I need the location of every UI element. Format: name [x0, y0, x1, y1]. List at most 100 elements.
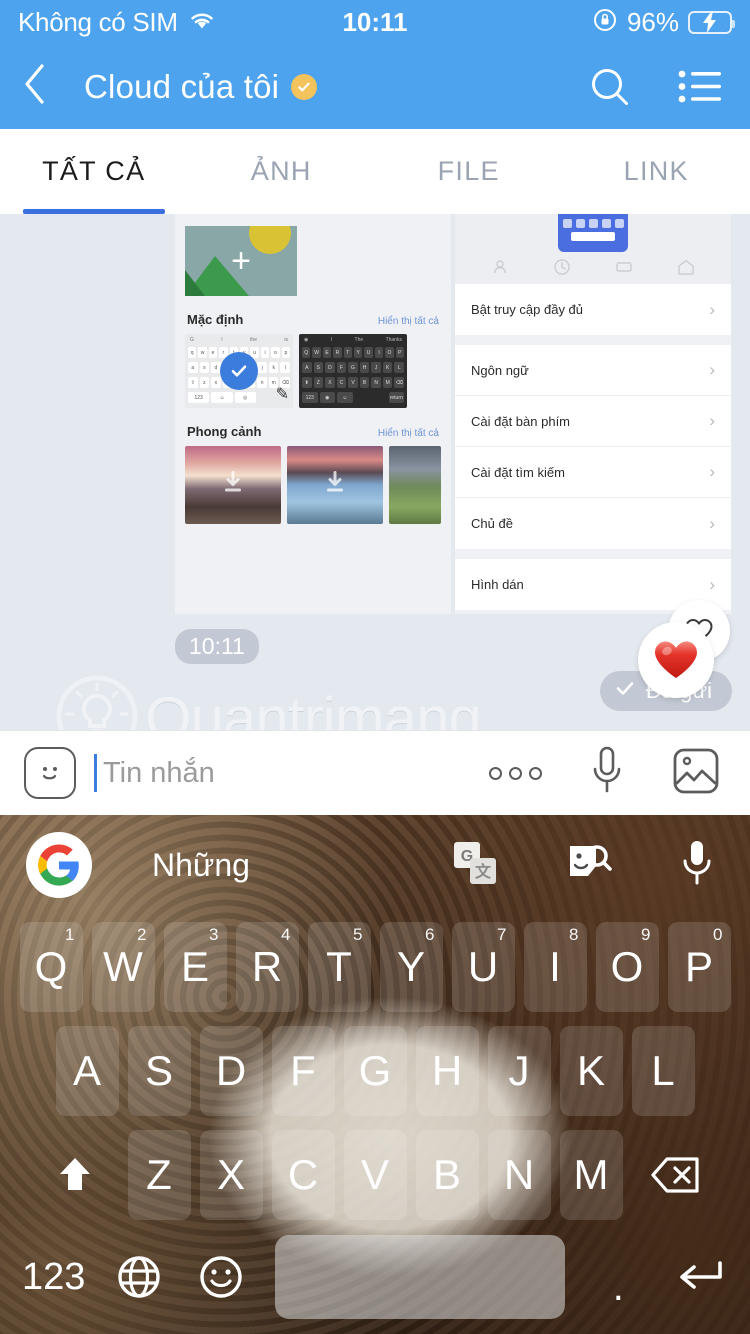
key-x[interactable]: X [199, 1130, 263, 1220]
key-m[interactable]: M [559, 1130, 623, 1220]
key-k[interactable]: K [559, 1026, 623, 1116]
keyboard-app-icon [558, 214, 628, 252]
key-h[interactable]: H [415, 1026, 479, 1116]
return-enter-icon[interactable] [672, 1232, 728, 1322]
settings-header [455, 214, 731, 284]
show-all-link[interactable]: Hiển thị tất cả [378, 428, 439, 439]
key-l[interactable]: L [631, 1026, 695, 1116]
keyboard-row-2: A S D F G H J K L [0, 1019, 750, 1123]
google-g-icon[interactable] [26, 832, 92, 898]
settings-row-label: Chủ đề [471, 516, 513, 531]
key-q[interactable]: 1Q [19, 922, 83, 1012]
photo-gallery-icon[interactable] [672, 747, 720, 800]
key-y[interactable]: 6Y [379, 922, 443, 1012]
key-v[interactable]: V [343, 1130, 407, 1220]
key-s[interactable]: S [127, 1026, 191, 1116]
nav-actions [588, 65, 728, 109]
key-label: O [610, 943, 644, 990]
more-dots-icon[interactable] [489, 766, 542, 780]
settings-row[interactable]: Cài đặt bàn phím › [455, 396, 731, 447]
key-o[interactable]: 9O [595, 922, 659, 1012]
period-key[interactable]: . [590, 1232, 646, 1322]
list-menu-icon[interactable] [678, 69, 722, 105]
key-label: Y [396, 943, 425, 990]
settings-row-label: Hình dán [471, 577, 524, 592]
settings-row[interactable]: Ngôn ngữ › [455, 345, 731, 396]
dark-theme-preview[interactable]: ◉ I The Thanks QWERTYUIOP ASDFGHJKL ⬆ Z X C V B N… [299, 334, 407, 408]
shift-icon[interactable] [31, 1130, 119, 1220]
microphone-icon[interactable] [680, 839, 714, 892]
search-icon[interactable] [588, 65, 632, 109]
key-d[interactable]: D [199, 1026, 263, 1116]
key-n[interactable]: N [487, 1130, 551, 1220]
key-b[interactable]: B [415, 1130, 479, 1220]
tab-bar: TẤT CẢ ẢNH FILE LINK [0, 129, 750, 214]
tab-anh[interactable]: ẢNH [188, 129, 376, 214]
chevron-left-icon [22, 62, 48, 111]
backspace-icon[interactable] [632, 1130, 720, 1220]
key-f[interactable]: F [271, 1026, 335, 1116]
key-t[interactable]: 5T [307, 922, 371, 1012]
numbers-key[interactable]: 123 [22, 1232, 85, 1322]
key-z[interactable]: Z [127, 1130, 191, 1220]
key-label: R [251, 943, 283, 990]
keyboard-row-4: 123 . [0, 1227, 750, 1327]
section-title: Phong cảnh [187, 424, 262, 439]
suggestion-word[interactable]: Những [152, 847, 250, 884]
message-reactions[interactable] [622, 600, 732, 700]
nav-bar: Cloud của tôi [0, 44, 750, 129]
key-p[interactable]: 0P [667, 922, 731, 1012]
key-hint: 1 [65, 925, 75, 944]
message-screenshot-right[interactable]: Bật truy cập đầy đủ › Ngôn ngữ › Cài đặt… [455, 214, 731, 614]
settings-group: Ngôn ngữ › Cài đặt bàn phím › Cài đặt tì… [455, 345, 731, 549]
key-label: T [326, 943, 352, 990]
search-input[interactable]: Tin nhắn [94, 754, 471, 792]
settings-row[interactable]: Bật truy cập đầy đủ › [455, 284, 731, 335]
key-w[interactable]: 2W [91, 922, 155, 1012]
settings-row[interactable]: Chủ đề › [455, 498, 731, 549]
google-translate-icon[interactable]: G 文 [452, 840, 498, 891]
key-i[interactable]: 8I [523, 922, 587, 1012]
download-icon [322, 470, 348, 501]
chevron-right-icon: › [709, 299, 715, 319]
wifi-icon [188, 9, 216, 36]
microphone-icon[interactable] [590, 745, 624, 802]
key-c[interactable]: C [271, 1130, 335, 1220]
message-screenshot-left[interactable]: + Mặc định Hiển thị tất cả GItheis qwert… [175, 214, 451, 614]
chat-scroll-area[interactable]: + Mặc định Hiển thị tất cả GItheis qwert… [0, 214, 750, 815]
input-bar-actions [489, 745, 726, 802]
chevron-right-icon: › [709, 360, 715, 379]
suggestion-bar-actions: G 文 [452, 839, 724, 892]
carrier-label: Không có SIM [18, 6, 178, 37]
heart-red-icon[interactable] [638, 622, 714, 698]
key-r[interactable]: 4R [235, 922, 299, 1012]
light-theme-preview[interactable]: GItheis qwertyuiop asdfghjkl ⇧zxcvbnm⌫ 1… [185, 334, 293, 408]
message-input-placeholder: Tin nhắn [103, 756, 215, 789]
emoji-smiley-icon[interactable] [193, 1232, 249, 1322]
sticker-search-icon[interactable] [566, 840, 612, 891]
landscape-thumbs [185, 446, 441, 524]
space-key[interactable] [274, 1235, 565, 1319]
back-button[interactable] [22, 62, 68, 111]
show-all-link[interactable]: Hiển thị tất cả [378, 316, 439, 327]
landscape-thumb[interactable] [389, 446, 441, 524]
landscape-thumb[interactable] [185, 446, 282, 524]
settings-group: Bật truy cập đầy đủ › [455, 284, 731, 335]
landscape-thumb[interactable] [287, 446, 384, 524]
message-timestamp: 10:11 [175, 629, 259, 664]
tab-link[interactable]: LINK [563, 129, 750, 214]
rotation-lock-icon [592, 7, 618, 38]
tab-tat-ca[interactable]: TẤT CẢ [0, 129, 188, 214]
keyboard-row-1: 1Q 2W 3E 4R 5T 6Y 7U 8I 9O 0P [0, 915, 750, 1019]
smiley-sticker-icon[interactable] [24, 747, 76, 799]
message-image-group[interactable]: + Mặc định Hiển thị tất cả GItheis qwert… [175, 214, 731, 614]
tab-file[interactable]: FILE [375, 129, 563, 214]
key-j[interactable]: J [487, 1026, 551, 1116]
key-u[interactable]: 7U [451, 922, 515, 1012]
status-bar-right: 96% [592, 7, 735, 38]
key-e[interactable]: 3E [163, 922, 227, 1012]
settings-row[interactable]: Cài đặt tìm kiếm › [455, 447, 731, 498]
globe-language-icon[interactable] [111, 1232, 167, 1322]
key-a[interactable]: A [55, 1026, 119, 1116]
key-g[interactable]: G [343, 1026, 407, 1116]
